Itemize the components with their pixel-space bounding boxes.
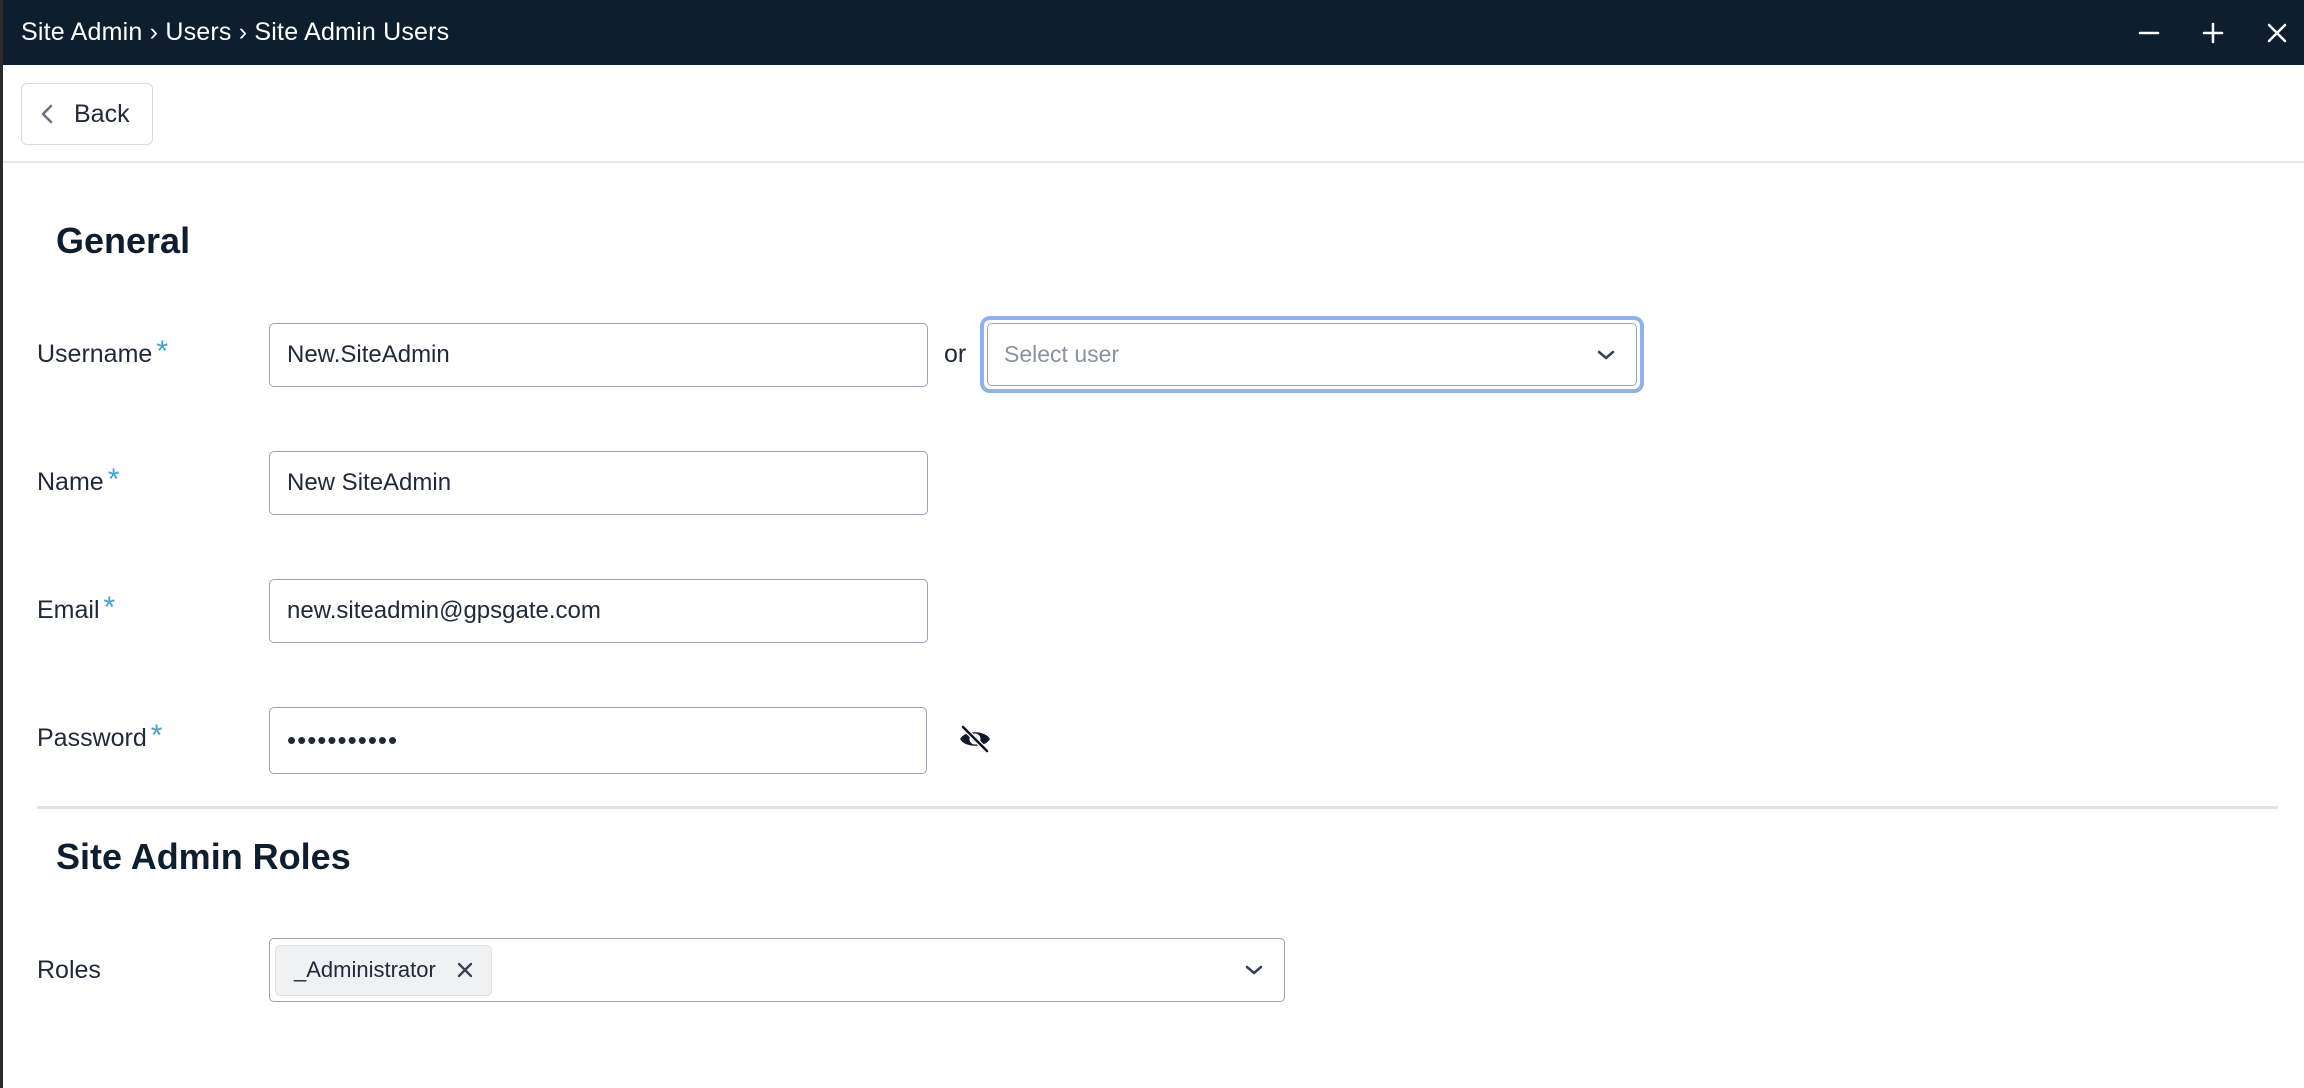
password-label: Password * [37, 718, 162, 758]
close-icon [2267, 23, 2287, 42]
chevron-down-icon [1597, 350, 1615, 359]
section-divider [37, 806, 2278, 809]
back-button[interactable]: Back [21, 83, 153, 145]
name-label-text: Name [37, 467, 104, 496]
select-user-placeholder: Select user [1004, 341, 1120, 367]
required-marker: * [107, 463, 120, 496]
username-label: Username * [37, 334, 168, 374]
required-marker: * [156, 335, 169, 368]
general-heading: General [56, 220, 191, 261]
name-input[interactable] [269, 451, 928, 515]
minimize-icon [2138, 31, 2160, 34]
app-window: Site Admin › Users › Site Admin Users Ba… [0, 0, 2304, 1088]
breadcrumb-title: Site Admin › Users › Site Admin Users [21, 18, 450, 46]
password-label-text: Password [37, 723, 147, 752]
role-chip-label: _Administrator [294, 957, 436, 982]
name-label: Name * [37, 462, 119, 502]
maximize-icon [2202, 22, 2224, 43]
username-label-text: Username [37, 339, 153, 368]
email-label-text: Email [37, 595, 100, 624]
close-icon [457, 962, 472, 978]
roles-multiselect[interactable]: _Administrator [269, 938, 1285, 1002]
close-window-button[interactable] [2249, 0, 2304, 65]
required-marker: * [150, 719, 163, 752]
maximize-button[interactable] [2185, 0, 2241, 65]
role-chip: _Administrator [275, 944, 492, 996]
toggle-password-visibility-button[interactable] [956, 722, 994, 756]
chevron-down-icon [1245, 965, 1263, 975]
site-admin-roles-heading: Site Admin Roles [56, 836, 351, 877]
minimize-button[interactable] [2121, 0, 2177, 65]
or-separator: or [944, 339, 967, 368]
username-input[interactable] [269, 323, 928, 387]
remove-role-button[interactable] [456, 961, 474, 979]
toolbar: Back [3, 65, 2304, 163]
roles-label: Roles [37, 955, 101, 984]
back-button-label: Back [74, 99, 130, 128]
email-label: Email * [37, 590, 115, 630]
password-input[interactable] [269, 707, 927, 774]
select-user-control[interactable]: Select user [987, 323, 1637, 386]
title-bar: Site Admin › Users › Site Admin Users [3, 0, 2304, 65]
chevron-left-icon [41, 104, 53, 124]
required-marker: * [103, 591, 116, 624]
eye-slash-icon [960, 724, 990, 754]
email-input[interactable] [269, 579, 928, 643]
select-user-dropdown[interactable]: Select user [980, 316, 1644, 393]
